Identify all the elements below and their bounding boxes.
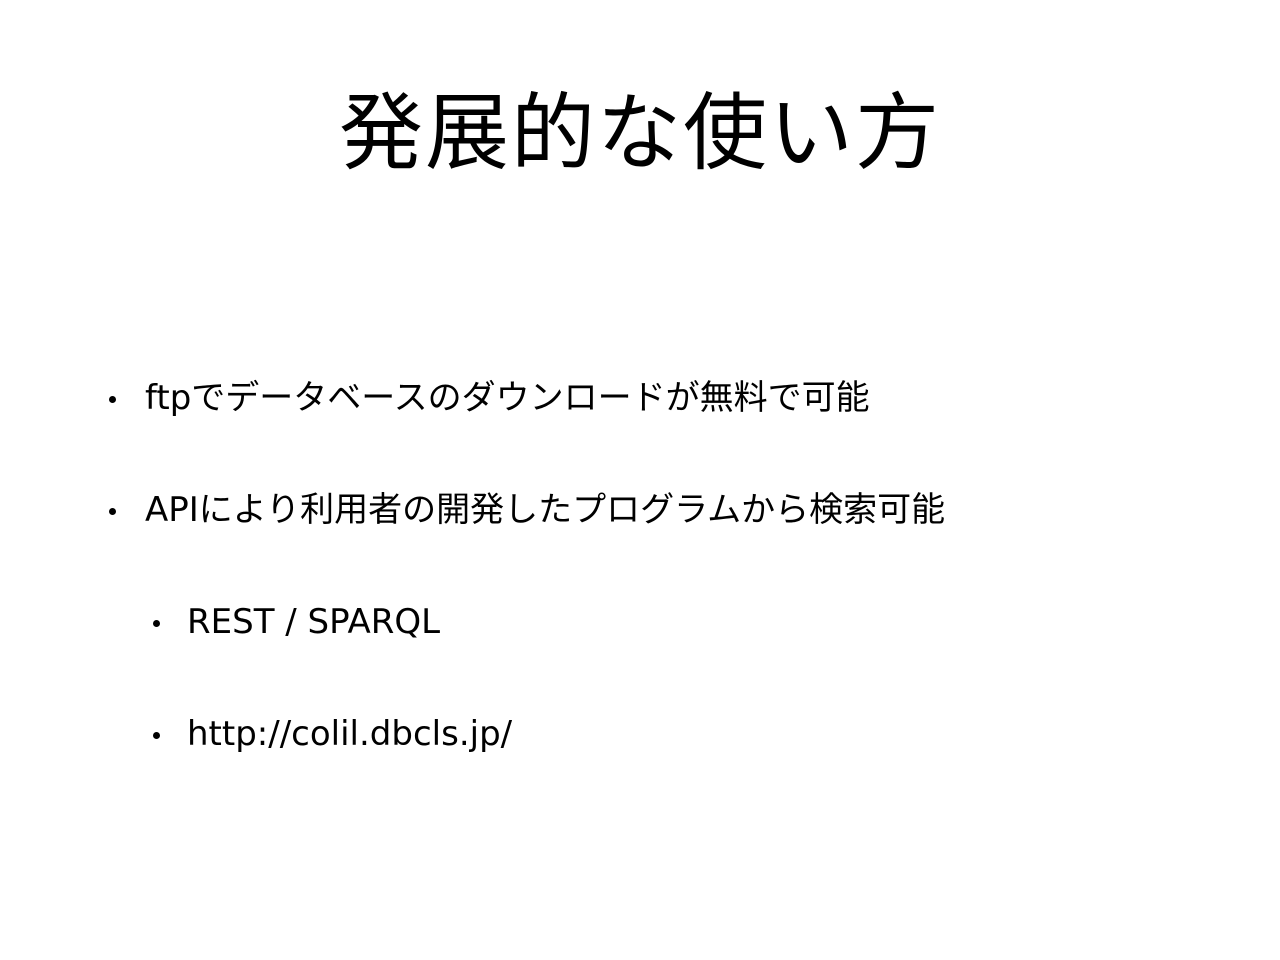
slide: 発展的な使い方 ftpでデータベースのダウンロードが無料で可能 APIにより利用…: [0, 0, 1280, 960]
bullet-text: ftpでデータベースのダウンロードが無料で可能: [145, 378, 870, 418]
bullet-list: ftpでデータベースのダウンロードが無料で可能 APIにより利用者の開発したプロ…: [0, 0, 1280, 960]
sub-bullet-item: http://colil.dbcls.jp/: [153, 712, 513, 756]
bullet-item: ftpでデータベースのダウンロードが無料で可能: [109, 376, 870, 420]
sub-bullet-item: REST / SPARQL: [153, 600, 441, 644]
bullet-dot-icon: [109, 508, 116, 515]
bullet-item: APIにより利用者の開発したプログラムから検索可能: [109, 488, 946, 532]
bullet-dot-icon: [153, 620, 160, 627]
bullet-dot-icon: [109, 396, 116, 403]
bullet-url-text: http://colil.dbcls.jp/: [187, 714, 513, 754]
bullet-dot-icon: [153, 732, 160, 739]
bullet-text: REST / SPARQL: [187, 602, 441, 642]
bullet-text: APIにより利用者の開発したプログラムから検索可能: [145, 490, 946, 530]
